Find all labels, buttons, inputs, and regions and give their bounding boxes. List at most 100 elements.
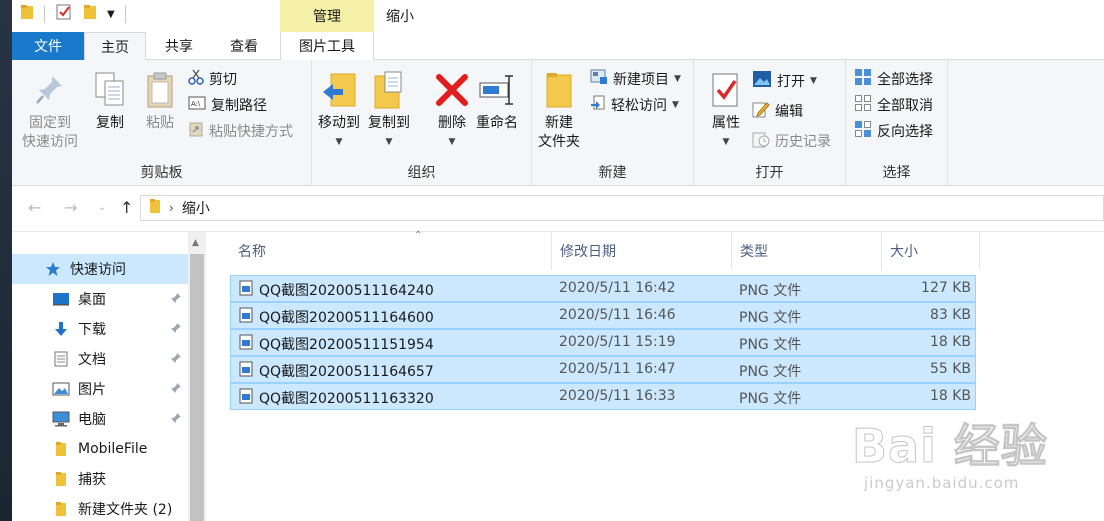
file-name-cell: QQ截图20200511164240 bbox=[239, 280, 434, 300]
table-row[interactable]: QQ截图20200511163320 2020/5/11 16:33 PNG 文… bbox=[230, 383, 976, 410]
file-name-cell: QQ截图20200511164600 bbox=[239, 307, 434, 327]
delete-x-icon bbox=[432, 68, 472, 112]
properties-check-icon[interactable] bbox=[55, 3, 73, 25]
table-row[interactable]: QQ截图20200511164600 2020/5/11 16:46 PNG 文… bbox=[230, 302, 976, 329]
invert-selection-button[interactable]: 反向选择 bbox=[854, 120, 933, 142]
forward-arrow-icon[interactable]: → bbox=[64, 198, 77, 217]
tab-home[interactable]: 主页 bbox=[84, 32, 146, 61]
table-row[interactable]: QQ截图20200511164240 2020/5/11 16:42 PNG 文… bbox=[230, 275, 976, 302]
pin-icon bbox=[30, 68, 70, 112]
select-all-button[interactable]: 全部选择 bbox=[854, 68, 933, 90]
nav-item-new-folder-2[interactable]: 新建文件夹 (2) bbox=[12, 494, 188, 521]
edit-button[interactable]: 编辑 bbox=[752, 100, 803, 122]
paste-shortcut-button[interactable]: 粘贴快捷方式 bbox=[188, 120, 293, 142]
watermark-url: jingyan.baidu.com bbox=[864, 474, 1020, 492]
file-name: QQ截图20200511164657 bbox=[259, 364, 434, 380]
file-size: 18 KB bbox=[929, 334, 971, 350]
table-row[interactable]: QQ截图20200511151954 2020/5/11 15:19 PNG 文… bbox=[230, 329, 976, 356]
nav-item-pictures[interactable]: 图片 bbox=[12, 374, 188, 404]
nav-scrollbar[interactable]: ▲ bbox=[188, 232, 206, 521]
delete-label: 删除 bbox=[438, 115, 466, 131]
nav-item-downloads[interactable]: 下载 bbox=[12, 314, 188, 344]
download-arrow-icon bbox=[52, 320, 70, 338]
file-size: 83 KB bbox=[929, 307, 971, 323]
file-name: QQ截图20200511151954 bbox=[259, 337, 434, 353]
delete-button[interactable]: 删除 ▼ bbox=[432, 68, 472, 152]
new-folder-button[interactable]: 新建 文件夹 bbox=[538, 68, 580, 152]
nav-item-capture[interactable]: 捕获 bbox=[12, 464, 188, 494]
new-item-label: 新建项目 bbox=[613, 72, 669, 88]
open-group-title: 打开 bbox=[755, 165, 784, 181]
nav-item-computer[interactable]: 电脑 bbox=[12, 404, 188, 434]
copy-to-button[interactable]: 复制到 ▼ bbox=[368, 68, 410, 152]
new-folder-large-icon bbox=[539, 68, 579, 112]
new-item-button[interactable]: 新建项目 ▼ bbox=[590, 68, 681, 90]
properties-label: 属性 bbox=[712, 115, 740, 131]
column-header-date[interactable]: 修改日期 bbox=[552, 232, 732, 270]
table-row[interactable]: QQ截图20200511164657 2020/5/11 16:47 PNG 文… bbox=[230, 356, 976, 383]
file-size: 18 KB bbox=[929, 388, 971, 404]
column-header-type[interactable]: 类型 bbox=[732, 232, 882, 270]
copy-to-label: 复制到 bbox=[368, 115, 410, 131]
easy-access-button[interactable]: 轻松访问 ▼ bbox=[590, 94, 679, 116]
paste-button[interactable]: 粘贴 bbox=[140, 68, 180, 133]
scroll-up-arrow-icon[interactable]: ▲ bbox=[192, 238, 199, 248]
copy-path-button[interactable]: A:\ 复制路径 bbox=[188, 94, 267, 116]
nav-item-desktop[interactable]: 桌面 bbox=[12, 284, 188, 314]
column-header-name[interactable]: 名称 ⌃ bbox=[230, 230, 552, 270]
tab-share[interactable]: 共享 bbox=[152, 32, 206, 60]
svg-text:A:\: A:\ bbox=[191, 100, 201, 108]
back-arrow-icon[interactable]: ← bbox=[28, 198, 41, 217]
copy-label: 复制 bbox=[96, 115, 124, 131]
nav-item-documents[interactable]: 文档 bbox=[12, 344, 188, 374]
up-arrow-icon[interactable]: ↑ bbox=[120, 198, 133, 217]
cut-button[interactable]: 剪切 bbox=[188, 68, 237, 90]
file-name-cell: QQ截图20200511151954 bbox=[239, 334, 434, 354]
select-none-button[interactable]: 全部取消 bbox=[854, 94, 933, 116]
rename-button[interactable]: 重命名 bbox=[476, 68, 518, 133]
folder-icon bbox=[52, 470, 70, 488]
tab-view[interactable]: 查看 bbox=[216, 32, 272, 60]
desktop-background bbox=[0, 0, 12, 521]
baidu-jingyan-watermark: Bai 经验 jingyan.baidu.com bbox=[852, 410, 1102, 510]
nav-item-label: MobileFile bbox=[78, 441, 148, 457]
file-date: 2020/5/11 16:33 bbox=[559, 388, 676, 404]
properties-button[interactable]: 属性 ▼ bbox=[706, 68, 746, 152]
tab-picture-tools[interactable]: 图片工具 bbox=[280, 32, 374, 60]
new-folder-icon[interactable] bbox=[83, 4, 97, 24]
file-size: 127 KB bbox=[921, 280, 971, 296]
nav-item-label: 桌面 bbox=[78, 292, 106, 308]
open-button[interactable]: 打开 ▼ bbox=[752, 70, 817, 92]
move-to-button[interactable]: 移动到 ▼ bbox=[318, 68, 360, 152]
nav-item-label: 图片 bbox=[78, 382, 106, 398]
folder-icon bbox=[52, 440, 70, 458]
rename-icon bbox=[477, 68, 517, 112]
breadcrumb-folder[interactable]: 缩小 bbox=[182, 198, 210, 218]
select-group: 全部选择 全部取消 反向选择 选择 bbox=[846, 60, 948, 186]
new-group: 新建 文件夹 新建项目 ▼ 轻松访问 ▼ 新建 bbox=[532, 60, 694, 186]
nav-item-mobilefile[interactable]: MobileFile bbox=[12, 434, 188, 464]
tab-manage[interactable]: 管理 bbox=[280, 0, 374, 32]
pin-icon[interactable] bbox=[170, 382, 182, 398]
pin-icon[interactable] bbox=[170, 352, 182, 368]
pin-icon[interactable] bbox=[170, 412, 182, 428]
desktop-icon bbox=[52, 290, 70, 308]
recent-locations-chevron-icon[interactable]: ⌄ bbox=[98, 202, 106, 213]
pin-icon[interactable] bbox=[170, 292, 182, 308]
pin-icon[interactable] bbox=[170, 322, 182, 338]
copy-button[interactable]: 复制 bbox=[90, 68, 130, 133]
star-icon bbox=[44, 260, 62, 278]
history-button[interactable]: 历史记录 bbox=[752, 130, 831, 152]
pin-to-quick-access-button[interactable]: 固定到 快速访问 bbox=[22, 68, 78, 152]
breadcrumb-separator-icon[interactable]: › bbox=[169, 201, 174, 215]
file-name: QQ截图20200511164240 bbox=[259, 283, 434, 299]
column-header-size[interactable]: 大小 bbox=[882, 232, 980, 270]
address-bar[interactable]: › 缩小 bbox=[140, 195, 1104, 221]
customize-toolbar-icon[interactable]: ▼ bbox=[107, 9, 115, 20]
file-name-cell: QQ截图20200511164657 bbox=[239, 361, 434, 381]
nav-scrollbar-thumb[interactable] bbox=[190, 254, 204, 521]
nav-quick-access[interactable]: 快速访问 bbox=[12, 254, 188, 284]
tab-file[interactable]: 文件 bbox=[12, 32, 84, 60]
file-type: PNG 文件 bbox=[739, 310, 802, 326]
ribbon: 固定到 快速访问 复制 粘贴 剪切 A:\ 复制路径 粘贴快捷方式 剪贴板 移动… bbox=[12, 60, 1104, 186]
